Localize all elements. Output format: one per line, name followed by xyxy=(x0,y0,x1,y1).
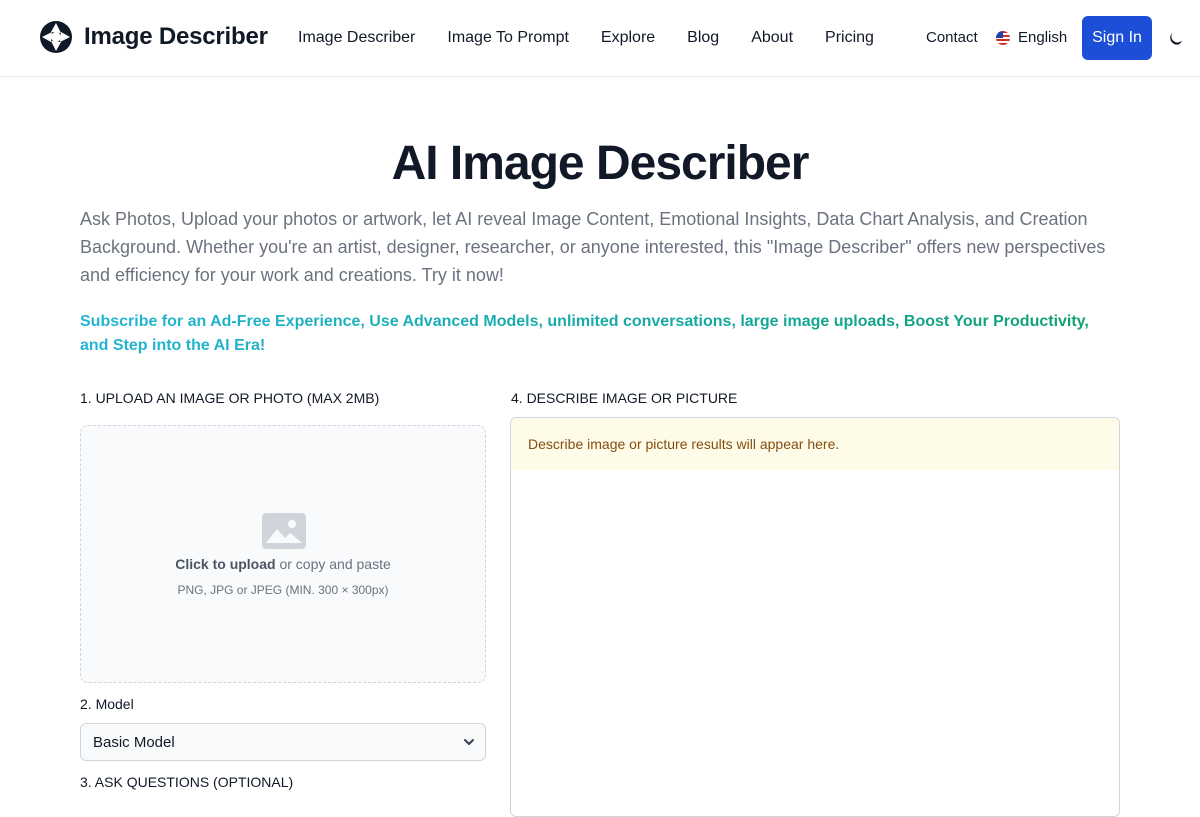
us-flag-icon xyxy=(996,30,1010,45)
result-placeholder: Describe image or picture results will a… xyxy=(511,418,1119,470)
model-selected-value: Basic Model xyxy=(93,733,175,751)
result-label: 4. DESCRIBE IMAGE OR PICTURE xyxy=(511,390,738,406)
chevron-down-icon xyxy=(464,739,474,745)
nav-image-describer[interactable]: Image Describer xyxy=(298,29,415,47)
brand-name: Image Describer xyxy=(84,23,268,50)
language-selector[interactable]: English xyxy=(996,29,1067,46)
brand-link[interactable]: Image Describer xyxy=(40,21,268,53)
nav-about[interactable]: About xyxy=(751,29,793,47)
model-select[interactable]: Basic Model xyxy=(80,723,486,761)
model-label: 2. Model xyxy=(80,696,134,712)
page-subtitle: Ask Photos, Upload your photos or artwor… xyxy=(80,209,1106,285)
language-label: English xyxy=(1018,29,1068,46)
page-title: AI Image Describer xyxy=(391,137,810,190)
moon-icon[interactable] xyxy=(1166,29,1184,47)
questions-label: 3. ASK QUESTIONS (OPTIONAL) xyxy=(80,774,294,790)
upload-cta-bold: Click to upload xyxy=(175,556,276,572)
site-header: Image Describer Image Describer Image To… xyxy=(0,0,1200,77)
subscribe-promo-link[interactable]: Subscribe for an Ad-Free Experience, Use… xyxy=(80,310,1120,358)
nav-blog[interactable]: Blog xyxy=(687,29,719,47)
main-nav: Image Describer Image To Prompt Explore … xyxy=(298,0,906,76)
aperture-logo-icon xyxy=(40,21,72,53)
nav-contact[interactable]: Contact xyxy=(926,29,978,46)
upload-cta-rest: or copy and paste xyxy=(275,556,391,572)
image-placeholder-icon xyxy=(262,513,306,549)
upload-label: 1. UPLOAD AN IMAGE OR PHOTO (MAX 2MB) xyxy=(80,390,380,406)
nav-explore[interactable]: Explore xyxy=(601,29,655,47)
nav-pricing[interactable]: Pricing xyxy=(825,29,874,47)
result-panel: Describe image or picture results will a… xyxy=(510,417,1120,817)
sign-in-button[interactable]: Sign In xyxy=(1082,16,1152,60)
upload-hint: PNG, JPG or JPEG (MIN. 300 × 300px) xyxy=(177,583,389,597)
image-upload-dropzone[interactable]: Click to upload or copy and paste PNG, J… xyxy=(80,425,486,683)
nav-image-to-prompt[interactable]: Image To Prompt xyxy=(447,29,569,47)
upload-cta: Click to upload or copy and paste xyxy=(81,556,485,572)
